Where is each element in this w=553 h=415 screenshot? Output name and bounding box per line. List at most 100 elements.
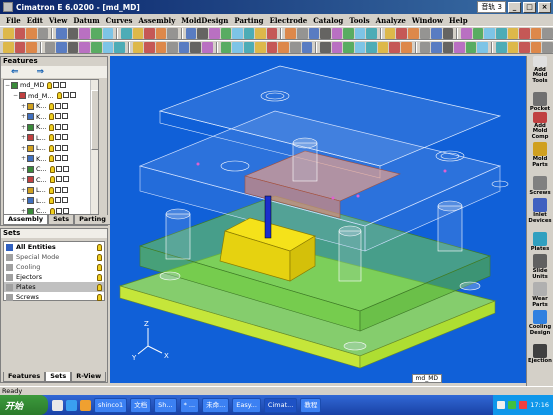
taskbar-item[interactable]: 未命... [202, 397, 230, 413]
display-mode-icon[interactable] [69, 92, 76, 99]
toolbar-tool-icon[interactable] [308, 27, 320, 39]
set-item[interactable]: Screws [4, 292, 104, 302]
toolbar-tool-icon[interactable] [495, 27, 507, 39]
display-mode-icon[interactable] [60, 81, 67, 88]
tab-assembly[interactable]: Assembly [3, 215, 49, 225]
tree-node[interactable]: + K... [4, 112, 98, 123]
visibility-bulb-icon[interactable] [48, 134, 54, 142]
activate-checkbox[interactable] [54, 134, 61, 141]
tree-node[interactable]: + C... [4, 206, 98, 214]
toolbar-tool-icon[interactable] [185, 27, 197, 39]
expand-icon[interactable]: + [20, 166, 27, 173]
menu-analyze[interactable]: Analyze [376, 16, 406, 25]
set-item[interactable]: Cooling [4, 262, 104, 272]
menu-curves[interactable]: Curves [106, 16, 133, 25]
toolbar-tool-icon[interactable] [507, 27, 519, 39]
visibility-bulb-icon[interactable] [49, 165, 55, 173]
tray-icon[interactable] [519, 401, 528, 409]
toolbar-tool-icon[interactable] [472, 27, 484, 39]
visibility-bulb-icon[interactable] [49, 123, 55, 131]
expand-icon[interactable]: + [20, 145, 27, 152]
visibility-bulb-icon[interactable] [48, 197, 54, 205]
toolbar-tool-icon[interactable] [484, 27, 495, 39]
toolbar-tool-icon[interactable] [26, 41, 37, 53]
activate-checkbox[interactable] [54, 197, 61, 204]
toolbar-tool-icon[interactable] [90, 27, 102, 39]
toolbar-tool-icon[interactable] [56, 41, 67, 53]
toolbar-tool-icon[interactable] [102, 27, 114, 39]
toolbar-tool-icon[interactable] [266, 27, 278, 39]
toolbar-tool-icon[interactable] [232, 41, 243, 53]
toolbar-tool-icon[interactable] [37, 27, 49, 39]
visibility-bulb-icon[interactable] [48, 186, 54, 194]
expand-icon[interactable]: − [4, 82, 11, 89]
menu-window[interactable]: Window [412, 16, 443, 25]
toolbar-tool-icon[interactable] [442, 27, 454, 39]
tool-add-mold-tools[interactable]: Add Mold Tools [527, 56, 553, 84]
toolbar-tool-icon[interactable] [266, 41, 278, 53]
toolbar-tool-icon[interactable] [354, 27, 366, 39]
tree-node[interactable]: + L... [4, 143, 98, 154]
toolbar-tool-icon[interactable] [343, 27, 354, 39]
toolbar-tool-icon[interactable] [320, 41, 331, 53]
toolbar-tool-icon[interactable] [519, 27, 530, 39]
visibility-bulb-icon[interactable] [97, 273, 102, 281]
toolbar-tool-icon[interactable] [320, 27, 331, 39]
toolbar-tool-icon[interactable] [431, 41, 442, 53]
visibility-bulb-icon[interactable] [49, 176, 55, 184]
ie-icon[interactable] [66, 399, 77, 411]
visibility-bulb-icon[interactable] [49, 155, 55, 163]
tree-node[interactable]: + K... [4, 154, 98, 165]
display-mode-icon[interactable] [62, 176, 69, 183]
toolbar-tool-icon[interactable] [209, 27, 220, 39]
toolbar-tool-icon[interactable] [114, 41, 125, 53]
toolbar-tool-icon[interactable] [121, 27, 132, 39]
visibility-bulb-icon[interactable] [97, 263, 102, 271]
taskbar-item[interactable]: 文档 [130, 397, 152, 413]
tab-features[interactable]: Features [3, 372, 46, 382]
menu-datum[interactable]: Datum [73, 16, 99, 25]
visibility-bulb-icon[interactable] [49, 102, 55, 110]
toolbar-tool-icon[interactable] [296, 27, 308, 39]
toolbar-tool-icon[interactable] [401, 41, 412, 53]
toolbar-tool-icon[interactable] [519, 41, 530, 53]
tree-node[interactable]: + C... [4, 175, 98, 186]
toolbar-tool-icon[interactable] [26, 27, 37, 39]
desktop-icon[interactable] [52, 399, 63, 411]
forward-arrow-icon[interactable]: ⇒ [37, 67, 45, 77]
tree-node[interactable]: + L... [4, 185, 98, 196]
display-mode-icon[interactable] [61, 134, 68, 141]
display-mode-icon[interactable] [61, 186, 68, 193]
menu-edit[interactable]: Edit [27, 16, 43, 25]
taskbar-item[interactable]: 教程 [300, 397, 322, 413]
toolbar-tool-icon[interactable] [14, 27, 26, 39]
toolbar-tool-icon[interactable] [465, 41, 477, 53]
tab-parting[interactable]: Parting [74, 215, 111, 225]
visibility-bulb-icon[interactable] [97, 243, 102, 251]
taskbar-item[interactable]: shinco1 [94, 397, 128, 413]
start-button[interactable]: 开始 [0, 395, 48, 415]
activate-checkbox[interactable] [53, 81, 60, 88]
toolbar-tool-icon[interactable] [220, 27, 232, 39]
expand-icon[interactable]: + [20, 197, 27, 204]
display-mode-icon[interactable] [62, 113, 69, 120]
expand-icon[interactable]: + [20, 176, 27, 183]
toolbar-tool-icon[interactable] [132, 41, 144, 53]
toolbar-tool-icon[interactable] [431, 27, 442, 39]
toolbar-tool-icon[interactable] [396, 27, 407, 39]
toolbar-tool-icon[interactable] [477, 41, 488, 53]
set-item[interactable]: Special Mode [4, 252, 104, 262]
tree-node[interactable]: + K... [4, 122, 98, 133]
tree-node[interactable]: + K... [4, 101, 98, 112]
expand-icon[interactable]: + [20, 134, 27, 141]
menu-molddesign[interactable]: MoldDesign [181, 16, 228, 25]
menu-parting[interactable]: Parting [234, 16, 263, 25]
tree-node[interactable]: − md_MD [4, 80, 98, 91]
expand-icon[interactable]: + [20, 155, 27, 162]
close-button[interactable]: × [538, 1, 551, 13]
toolbar-tool-icon[interactable] [220, 41, 232, 53]
toolbar-tool-icon[interactable] [285, 27, 296, 39]
activate-checkbox[interactable] [54, 144, 61, 151]
expand-icon[interactable]: + [20, 124, 27, 131]
activate-checkbox[interactable] [55, 155, 62, 162]
